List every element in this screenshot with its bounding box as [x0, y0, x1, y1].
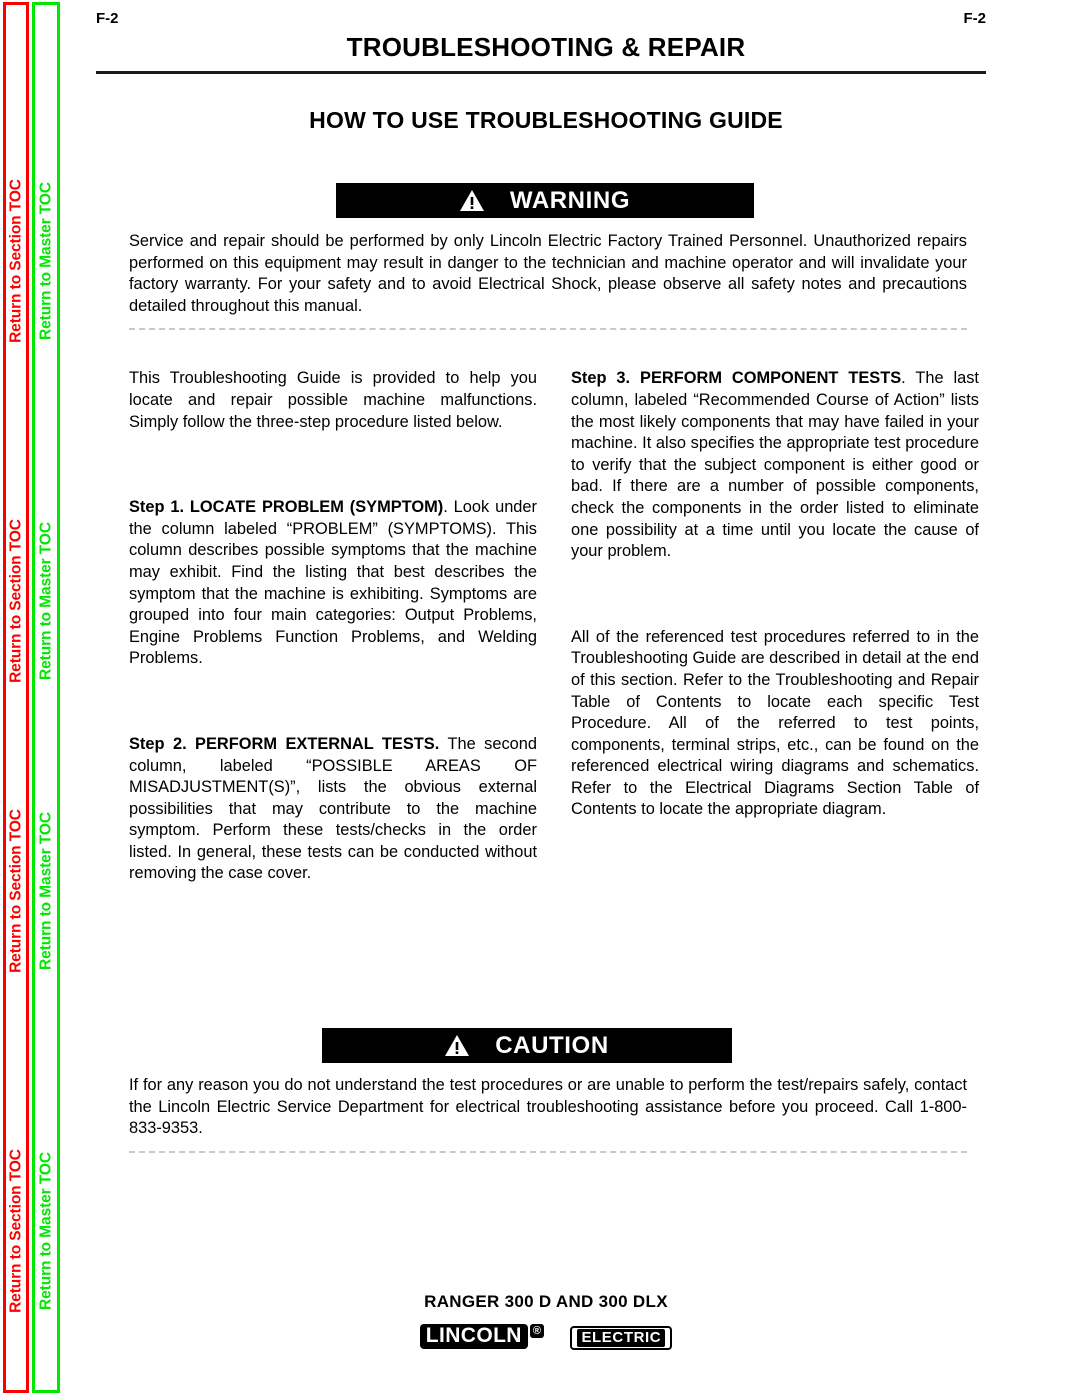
section-title: HOW TO USE TROUBLESHOOTING GUIDE — [309, 107, 783, 133]
caution-banner: CAUTION — [322, 1028, 732, 1063]
logo-subwordmark: ELECTRIC — [577, 1329, 666, 1348]
warning-triangle-icon — [459, 190, 484, 211]
sidebar-item-section-toc[interactable]: Return to Section TOC — [7, 809, 24, 973]
lincoln-electric-logo: LINCOLN ® ELECTRIC — [419, 1324, 673, 1351]
page-title: TROUBLESHOOTING & REPAIR — [346, 32, 746, 62]
footer-model-name: RANGER 300 D AND 300 DLX — [424, 1292, 668, 1311]
right-column: Step 3. PERFORM COMPONENT TESTS. The las… — [571, 368, 979, 885]
title-divider — [96, 71, 986, 74]
step-3-body: . The last column, labeled “Recommended … — [571, 369, 979, 561]
step-1-lead: Step 1. LOCATE PROBLEM (SYMPTOM) — [129, 498, 444, 517]
sidebar-rail-master-toc[interactable]: Return to Master TOC Return to Master TO… — [32, 2, 60, 1393]
caution-label: CAUTION — [495, 1031, 609, 1059]
sidebar-rail-section-toc[interactable]: Return to Section TOC Return to Section … — [3, 2, 29, 1393]
page-header-folio: F-2 F-2 — [96, 10, 996, 36]
warning-banner: WARNING — [336, 183, 754, 218]
sidebar-item-section-toc[interactable]: Return to Section TOC — [7, 179, 24, 343]
sidebar-item-master-toc[interactable]: Return to Master TOC — [37, 1152, 54, 1310]
warning-divider — [129, 328, 967, 331]
step-1-paragraph: Step 1. LOCATE PROBLEM (SYMPTOM). Look u… — [129, 497, 537, 670]
sidebar-item-master-toc[interactable]: Return to Master TOC — [37, 182, 54, 340]
step-3-lead: Step 3. PERFORM COMPONENT TESTS — [571, 369, 902, 388]
registered-trademark-icon: ® — [529, 1324, 544, 1338]
logo-wordmark: LINCOLN — [419, 1324, 528, 1350]
step-2-body: The second column, labeled “POSSIBLE ARE… — [129, 734, 537, 883]
left-column: This Troubleshooting Guide is provided t… — [129, 368, 537, 885]
warning-triangle-icon — [445, 1035, 470, 1056]
warning-label: WARNING — [509, 186, 631, 214]
caution-divider — [129, 1150, 967, 1153]
logo-secondary-row: ELECTRIC — [570, 1326, 673, 1351]
caution-block: CAUTION If for any reason you do not und… — [96, 1028, 996, 1153]
step-3-paragraph: Step 3. PERFORM COMPONENT TESTS. The las… — [571, 368, 979, 562]
closing-paragraph: All of the referenced test procedures re… — [571, 627, 979, 819]
folio-right: F-2 — [963, 10, 987, 27]
page-footer: RANGER 300 D AND 300 DLX LINCOLN ® ELECT… — [96, 1292, 996, 1351]
sidebar-item-master-toc[interactable]: Return to Master TOC — [37, 812, 54, 970]
caution-body-text: If for any reason you do not understand … — [129, 1076, 967, 1138]
two-column-body: This Troubleshooting Guide is provided t… — [129, 368, 979, 885]
intro-paragraph: This Troubleshooting Guide is provided t… — [129, 369, 537, 431]
sidebar-item-section-toc[interactable]: Return to Section TOC — [7, 1149, 24, 1313]
step-1-body: . Look under the column labeled “PROBLEM… — [129, 498, 537, 668]
folio-left: F-2 — [96, 10, 119, 27]
logo-primary-row: LINCOLN ® — [419, 1324, 544, 1350]
page-content: F-2 F-2 TROUBLESHOOTING & REPAIR HOW TO … — [96, 0, 996, 1397]
warning-body-text: Service and repair should be performed b… — [129, 232, 967, 315]
step-2-lead: Step 2. PERFORM EXTERNAL TESTS. — [129, 734, 440, 753]
step-2-paragraph: Step 2. PERFORM EXTERNAL TESTS. The seco… — [129, 734, 537, 885]
sidebar-item-section-toc[interactable]: Return to Section TOC — [7, 519, 24, 683]
sidebar-item-master-toc[interactable]: Return to Master TOC — [37, 522, 54, 680]
